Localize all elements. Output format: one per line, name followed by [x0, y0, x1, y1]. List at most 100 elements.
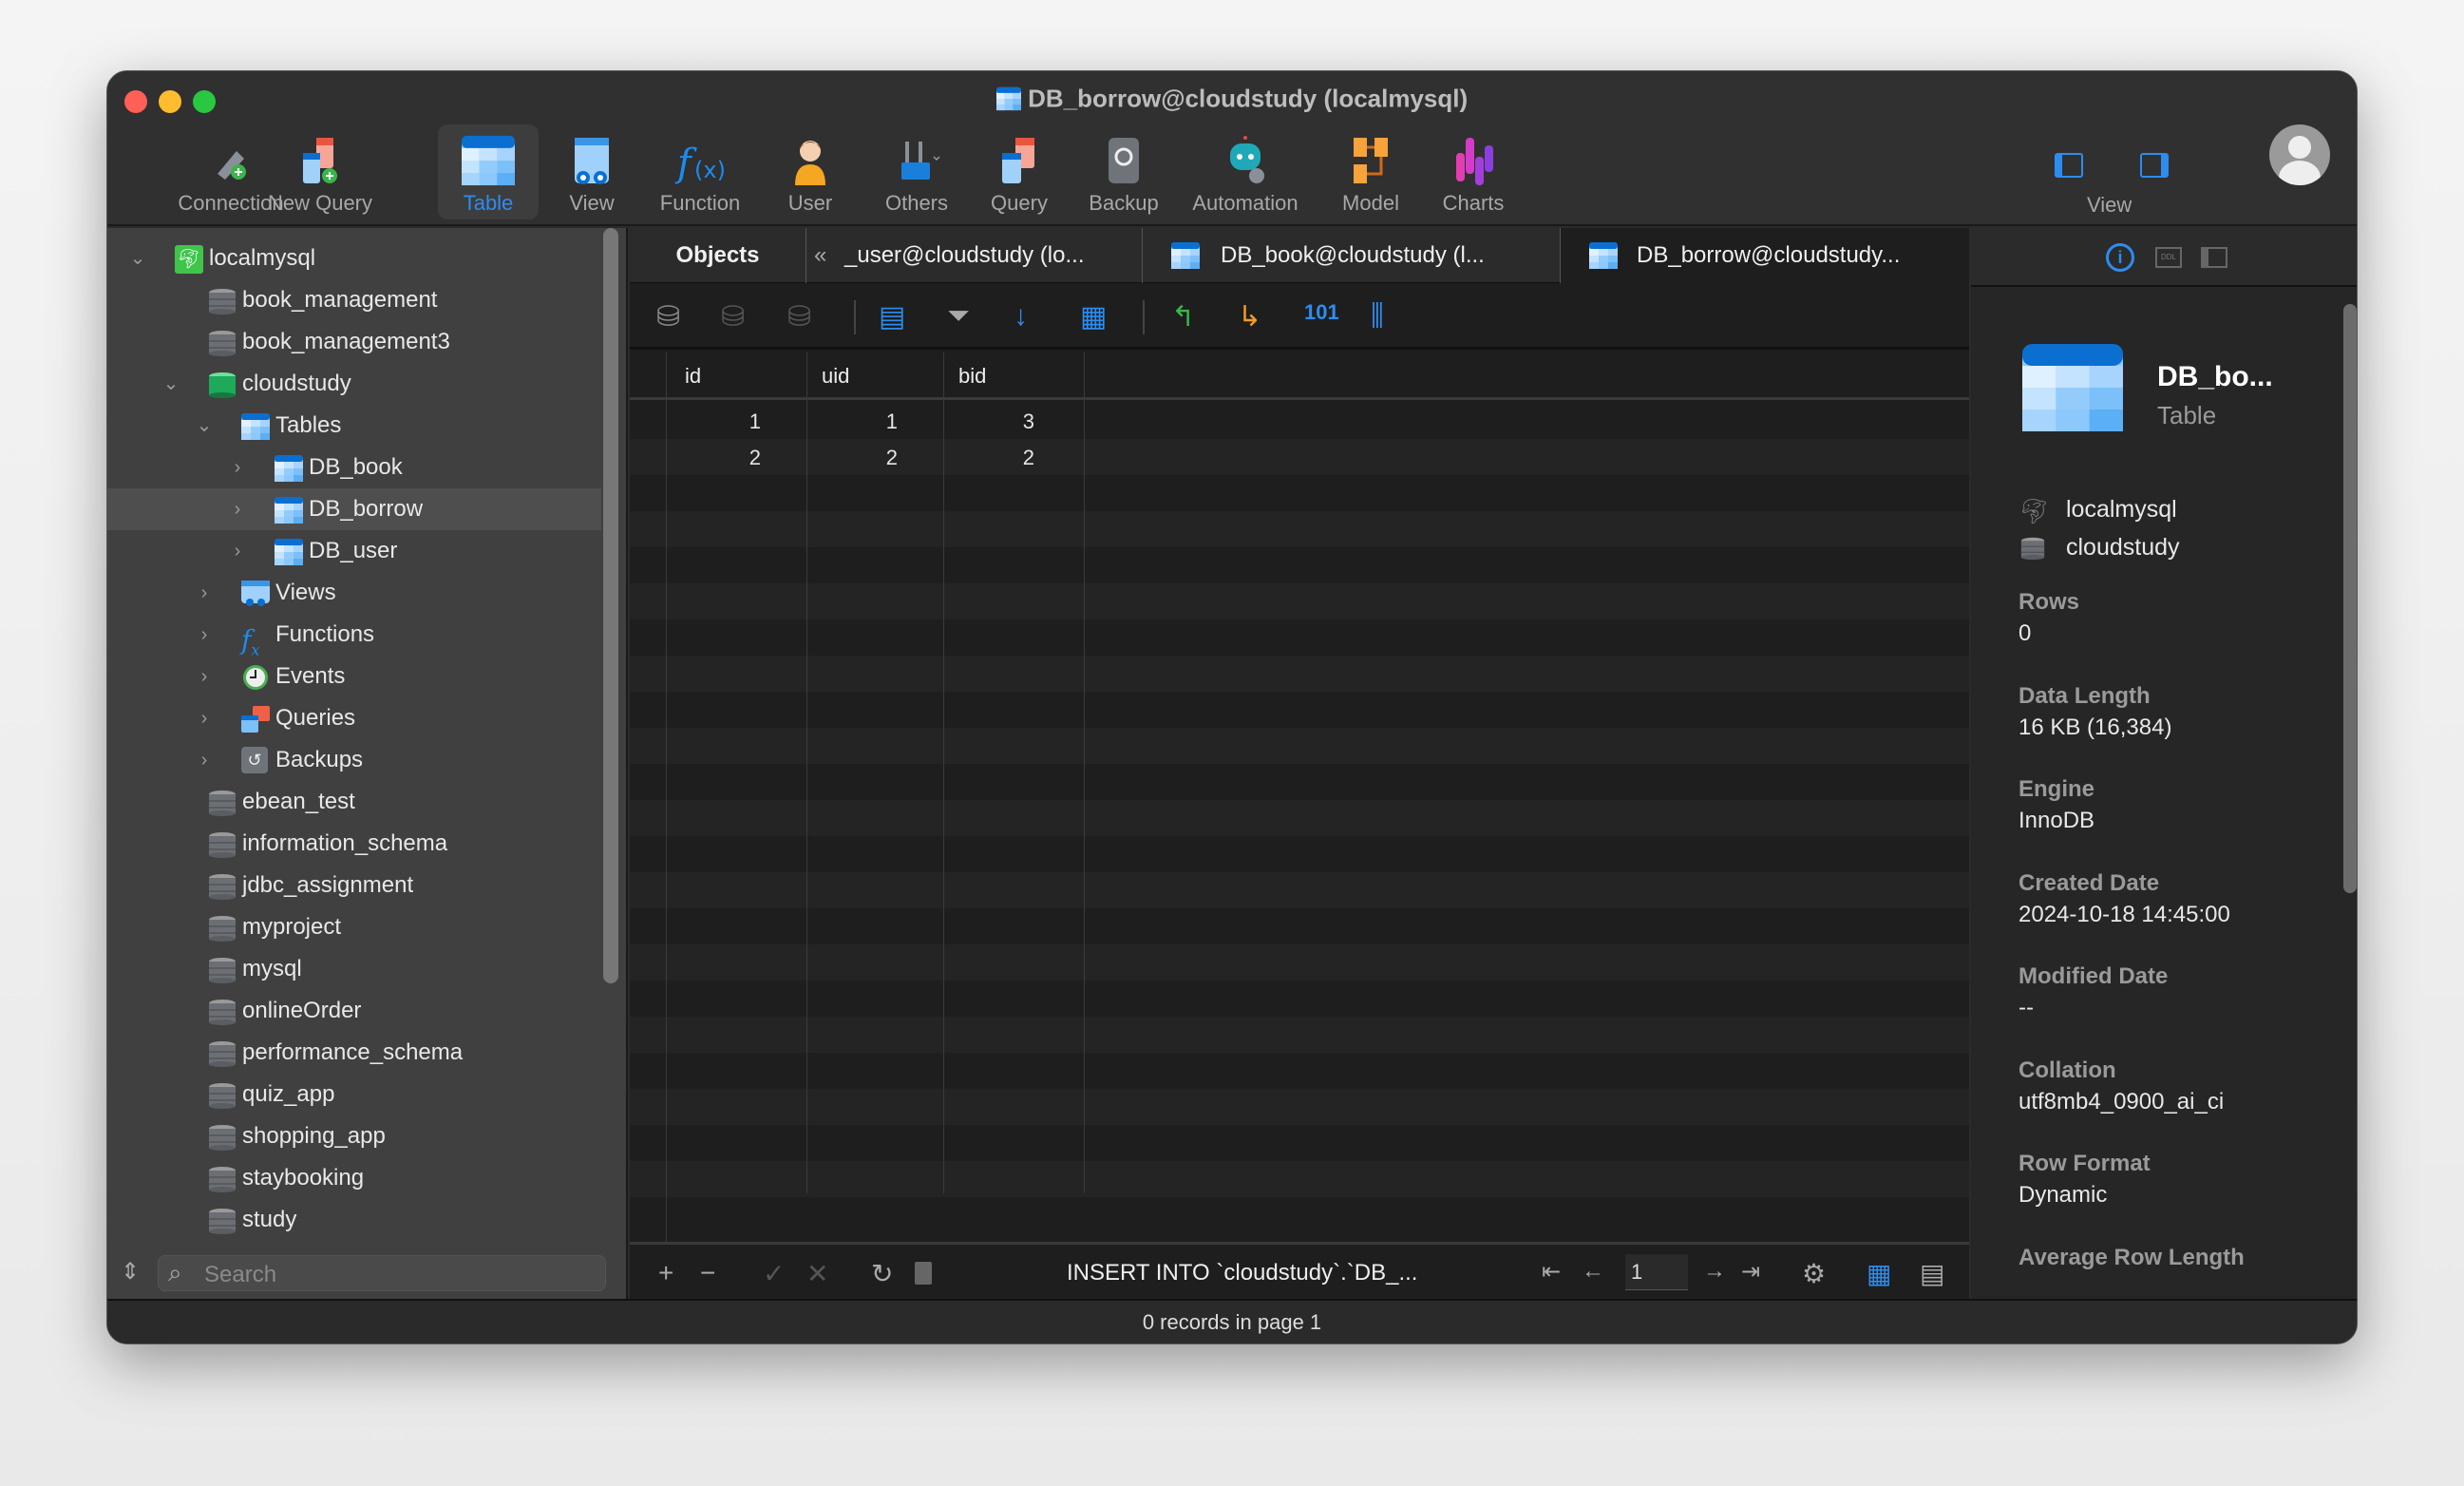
sidebar-item-database[interactable]: ebean_test	[107, 781, 601, 823]
sidebar-item-database[interactable]: performance_schema	[107, 1032, 601, 1074]
cell-bid[interactable]: 3	[977, 410, 1034, 434]
sidebar-item-database[interactable]: myproject	[107, 906, 601, 948]
sidebar-item-database[interactable]: staybooking	[107, 1157, 601, 1199]
export-icon[interactable]: ↳	[1238, 300, 1270, 333]
toolbar-automation-button[interactable]: Automation	[1181, 124, 1310, 219]
tab-objects[interactable]: Objects	[630, 228, 806, 283]
begin-transaction-icon[interactable]: ⛁	[656, 300, 689, 333]
table-row[interactable]	[630, 475, 1969, 511]
toolbar-query-button[interactable]: Query	[962, 124, 1076, 219]
page-number-input[interactable]: 1	[1625, 1254, 1688, 1290]
ddl-icon[interactable]: DDL	[2155, 247, 2182, 268]
table-row[interactable]	[630, 583, 1969, 619]
column-divider[interactable]	[806, 352, 807, 1193]
column-divider[interactable]	[943, 352, 944, 1193]
chevron-right-icon[interactable]: ›	[228, 447, 247, 488]
chevron-down-icon[interactable]: ⌄	[161, 363, 180, 405]
table-row[interactable]	[630, 764, 1969, 800]
form-view-icon[interactable]: ▤	[1920, 1258, 1944, 1289]
table-row[interactable]	[630, 872, 1969, 908]
sidebar-search-input[interactable]: ⌕ Search	[158, 1255, 606, 1291]
table-row[interactable]	[630, 619, 1969, 656]
chevron-down-icon[interactable]: ⌄	[128, 238, 147, 279]
sidebar-item-functions[interactable]: › fx Functions	[107, 614, 601, 659]
data-generation-icon[interactable]: 101	[1304, 300, 1339, 333]
cell-uid[interactable]: 1	[841, 410, 898, 434]
sidebar-item-database[interactable]: study	[107, 1199, 601, 1241]
toolbar-table-button[interactable]: Table	[438, 124, 539, 219]
last-page-button[interactable]: ⇥	[1741, 1258, 1760, 1286]
column-divider[interactable]	[666, 352, 667, 1242]
chevron-right-icon[interactable]: ›	[195, 656, 214, 697]
sort-icon[interactable]: ↓	[1014, 300, 1046, 333]
table-row[interactable]	[630, 1053, 1969, 1089]
table-row[interactable]	[630, 944, 1969, 981]
sidebar-item-database[interactable]: mysql	[107, 948, 601, 990]
sidebar-item-database[interactable]: information_schema	[107, 823, 601, 865]
column-header-uid[interactable]: uid	[822, 364, 849, 389]
chevron-right-icon[interactable]: ›	[228, 530, 247, 572]
previous-page-button[interactable]: ←	[1582, 1258, 1604, 1285]
avatar[interactable]	[2269, 124, 2330, 185]
toolbar-new-query-button[interactable]: New Query	[263, 124, 377, 219]
sidebar-item-database[interactable]: quiz_app	[107, 1074, 601, 1115]
apply-changes-button[interactable]: ✓	[763, 1258, 785, 1289]
sidebar-item-backups[interactable]: › ↺ Backups	[107, 739, 601, 781]
sidebar-item-connection[interactable]: ⌄ 🐬︎ localmysql	[107, 238, 601, 279]
chevron-right-icon[interactable]: ›	[228, 488, 247, 530]
table-row[interactable]	[630, 1161, 1969, 1197]
sidebar-item-table[interactable]: › DB_book	[107, 447, 601, 488]
column-divider[interactable]	[1084, 352, 1085, 1193]
toolbar-charts-button[interactable]: Charts	[1416, 124, 1530, 219]
table-row[interactable]	[630, 656, 1969, 692]
columns-icon[interactable]: ▦	[1080, 300, 1112, 333]
first-page-button[interactable]: ⇤	[1542, 1258, 1561, 1286]
add-record-button[interactable]: +	[658, 1258, 673, 1288]
refresh-button[interactable]: ↻	[871, 1258, 893, 1289]
commit-icon[interactable]: ⛁	[721, 300, 753, 333]
toolbar-model-button[interactable]: Model	[1314, 124, 1428, 219]
sidebar-item-database[interactable]: book_management3	[107, 321, 601, 363]
settings-gear-icon[interactable]: ⚙	[1802, 1258, 1826, 1289]
table-row[interactable]: 2 2 2	[630, 439, 1969, 475]
filter-icon[interactable]: ⏷	[947, 300, 979, 333]
table-row[interactable]	[630, 547, 1969, 583]
sidebar-item-database-open[interactable]: ⌄ cloudstudy	[107, 363, 601, 405]
table-row[interactable]	[630, 1125, 1969, 1161]
tab-db-borrow[interactable]: DB_borrow@cloudstudy...	[1561, 228, 1969, 283]
import-icon[interactable]: ↰	[1171, 300, 1204, 333]
toolbar-backup-button[interactable]: Backup	[1067, 124, 1181, 219]
chevron-down-icon[interactable]: ⌄	[195, 405, 214, 447]
chevron-right-icon[interactable]: ›	[195, 614, 214, 656]
table-row[interactable]	[630, 908, 1969, 944]
rollback-icon[interactable]: ⛁	[787, 300, 820, 333]
table-row[interactable]	[630, 981, 1969, 1017]
sidebar-item-tables[interactable]: ⌄ Tables	[107, 405, 601, 447]
column-header-bid[interactable]: bid	[958, 364, 986, 389]
toolbar-function-button[interactable]: f (x) Function	[643, 124, 757, 219]
text-view-icon[interactable]: ▤	[879, 300, 911, 333]
sidebar-item-database[interactable]: onlineOrder	[107, 990, 601, 1032]
table-row[interactable]	[630, 511, 1969, 547]
sidebar-item-views[interactable]: › Views	[107, 572, 601, 614]
table-row[interactable]	[630, 692, 1969, 728]
cell-id[interactable]: 1	[704, 410, 761, 434]
profile-icon[interactable]: ⫼	[1371, 300, 1403, 333]
sidebar-item-database[interactable]: book_management	[107, 279, 601, 321]
toggle-left-panel-icon[interactable]	[2055, 153, 2083, 178]
chevron-right-icon[interactable]: ›	[195, 697, 214, 739]
column-header-id[interactable]: id	[685, 364, 701, 389]
tab-user-table[interactable]: « _user@cloudstudy (lo...	[806, 228, 1143, 283]
next-page-button[interactable]: →	[1703, 1258, 1726, 1285]
info-icon[interactable]: i	[2106, 243, 2134, 272]
table-row[interactable]	[630, 800, 1969, 836]
tab-db-book[interactable]: DB_book@cloudstudy (l...	[1143, 228, 1561, 283]
grid-view-icon[interactable]: ▦	[1867, 1258, 1891, 1289]
table-row[interactable]	[630, 836, 1969, 872]
sql-preview[interactable]: INSERT INTO `cloudstudy`.`DB_...	[1067, 1260, 1417, 1286]
preview-icon[interactable]	[2201, 247, 2227, 268]
table-row[interactable]	[630, 1089, 1969, 1125]
toggle-right-panel-icon[interactable]	[2140, 153, 2169, 178]
table-row[interactable]: 1 1 3	[630, 403, 1969, 439]
cell-bid[interactable]: 2	[977, 446, 1034, 470]
